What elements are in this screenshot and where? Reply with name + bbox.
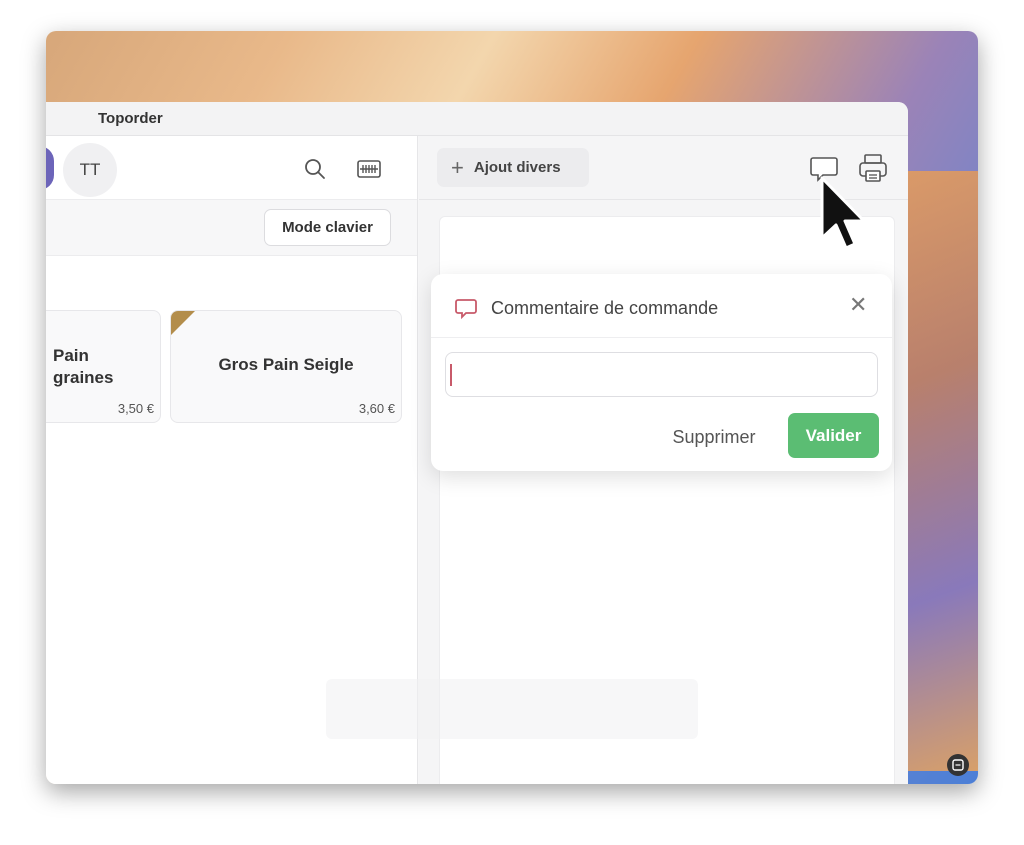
popover-title: Commentaire de commande: [491, 298, 719, 318]
product-name: Gros Pain Seigle: [218, 355, 354, 374]
add-misc-label: Ajout divers: [473, 159, 561, 176]
plus-icon: +: [451, 154, 464, 180]
window-title: Toporder: [98, 110, 163, 127]
product-name: Pain graines: [53, 346, 114, 387]
mouse-cursor-icon: [820, 176, 866, 250]
app-window: Toporder TT Mode clavier Pain graines 3,…: [46, 102, 908, 784]
comment-icon: [455, 299, 477, 319]
add-misc-button[interactable]: + Ajout divers: [437, 148, 589, 187]
keyboard-mode-button[interactable]: Mode clavier: [264, 209, 391, 246]
order-comment-input[interactable]: [445, 352, 878, 397]
user-avatar[interactable]: TT: [63, 143, 117, 197]
barcode-scan-button[interactable]: [356, 156, 382, 182]
screen-capture-icon[interactable]: [947, 754, 969, 776]
product-price: 3,50 €: [117, 401, 154, 416]
validate-comment-button[interactable]: Valider: [788, 413, 879, 458]
desktop-background: Toporder TT Mode clavier Pain graines 3,…: [46, 31, 978, 784]
delete-comment-button[interactable]: Supprimer: [661, 422, 767, 452]
product-toolbar: Mode clavier: [46, 200, 417, 256]
search-button[interactable]: [302, 156, 328, 182]
search-icon: [305, 159, 325, 179]
popover-header: Commentaire de commande ✕: [431, 274, 892, 338]
product-card[interactable]: Gros Pain Seigle 3,60 €: [170, 310, 402, 423]
barcode-scan-icon: [357, 160, 381, 178]
screen-capture-glyph: [952, 759, 964, 771]
avatar-purple[interactable]: [46, 146, 54, 190]
faint-overlay-bar: [326, 679, 698, 739]
title-bar[interactable]: Toporder: [46, 102, 908, 136]
product-pane-header: TT: [46, 136, 417, 200]
product-price: 3,60 €: [358, 401, 395, 416]
order-comment-popover: Commentaire de commande ✕ Supprimer Vali…: [431, 274, 892, 471]
category-tag: [171, 311, 195, 335]
text-caret: [450, 364, 452, 386]
close-icon[interactable]: ✕: [849, 292, 867, 318]
product-card[interactable]: Pain graines 3,50 €: [46, 310, 161, 423]
